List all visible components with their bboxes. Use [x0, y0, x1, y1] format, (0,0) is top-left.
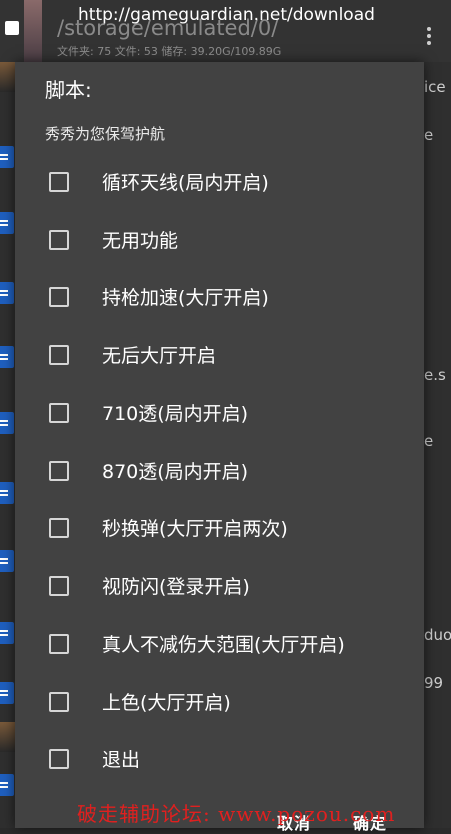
- option-item[interactable]: 无用功能: [15, 216, 424, 268]
- option-label: 真人不减伤大范围(大厅开启): [102, 634, 345, 656]
- checkbox[interactable]: [49, 345, 69, 365]
- file-icon: [0, 412, 14, 434]
- storage-stats: 文件夹: 75 文件: 53 储存: 39.20G/109.89G: [57, 45, 282, 58]
- dialog-title: 脚本:: [45, 78, 92, 102]
- option-item[interactable]: 秒换弹(大厅开启两次): [15, 504, 424, 556]
- file-icon: [0, 482, 14, 504]
- file-icon: [0, 682, 14, 704]
- checkbox[interactable]: [49, 518, 69, 538]
- checkbox[interactable]: [49, 403, 69, 423]
- thumbnail-image: [24, 0, 42, 62]
- checkbox[interactable]: [49, 287, 69, 307]
- checkbox[interactable]: [49, 692, 69, 712]
- option-label: 退出: [102, 749, 141, 771]
- option-item[interactable]: 870透(局内开启): [15, 447, 424, 499]
- option-item[interactable]: 上色(大厅开启): [15, 678, 424, 730]
- download-url: http://gameguardian.net/download: [78, 5, 375, 25]
- option-item[interactable]: 真人不减伤大范围(大厅开启): [15, 620, 424, 672]
- file-name-fragment: e.s: [424, 366, 446, 384]
- checkbox[interactable]: [49, 634, 69, 654]
- checkbox[interactable]: [49, 461, 69, 481]
- option-label: 无用功能: [102, 230, 179, 252]
- option-label: 循环天线(局内开启): [102, 172, 269, 194]
- option-label: 持枪加速(大厅开启): [102, 287, 269, 309]
- file-icon: [0, 212, 14, 234]
- file-name-fragment: e: [424, 126, 434, 144]
- option-item[interactable]: 710透(局内开启): [15, 389, 424, 441]
- file-name-fragment: duo: [424, 626, 451, 644]
- checkbox[interactable]: [49, 576, 69, 596]
- file-icon: [0, 282, 14, 304]
- file-name-fragment: e: [424, 432, 434, 450]
- option-label: 无后大厅开启: [102, 345, 217, 367]
- file-icon: [0, 550, 14, 572]
- dialog-subtitle: 秀秀为您保驾护航: [45, 125, 166, 143]
- option-item[interactable]: 循环天线(局内开启): [15, 158, 424, 210]
- option-item[interactable]: 无后大厅开启: [15, 331, 424, 383]
- file-list-icons: [0, 62, 15, 828]
- file-icon: [0, 346, 14, 368]
- option-label: 870透(局内开启): [102, 461, 249, 483]
- option-label: 上色(大厅开启): [102, 692, 231, 714]
- file-icon: [0, 622, 14, 644]
- thumbnail-image: [0, 722, 15, 752]
- option-item[interactable]: 持枪加速(大厅开启): [15, 273, 424, 325]
- file-name-fragment: ice: [424, 78, 446, 96]
- file-name-fragment: 99: [424, 674, 444, 692]
- option-item[interactable]: 退出: [15, 735, 424, 787]
- checkbox[interactable]: [49, 230, 69, 250]
- top-bar: /storage/emulated/0/ 文件夹: 75 文件: 53 储存: …: [0, 0, 451, 62]
- option-label: 视防闪(登录开启): [102, 576, 250, 598]
- script-dialog: 脚本: 秀秀为您保驾护航 循环天线(局内开启) 无用功能 持枪加速(大厅开启) …: [15, 62, 424, 833]
- option-label: 710透(局内开启): [102, 403, 249, 425]
- checkbox[interactable]: [49, 172, 69, 192]
- option-item[interactable]: 视防闪(登录开启): [15, 562, 424, 614]
- thumbnail-image: [0, 62, 15, 92]
- checkbox[interactable]: [49, 749, 69, 769]
- file-icon: [0, 774, 14, 796]
- overflow-menu-icon[interactable]: [427, 27, 431, 45]
- file-icon: [0, 146, 14, 168]
- select-all-checkbox-icon[interactable]: [5, 21, 19, 35]
- option-label: 秒换弹(大厅开启两次): [102, 518, 288, 540]
- watermark: 破走辅助论坛: www.pozou.com: [77, 802, 396, 826]
